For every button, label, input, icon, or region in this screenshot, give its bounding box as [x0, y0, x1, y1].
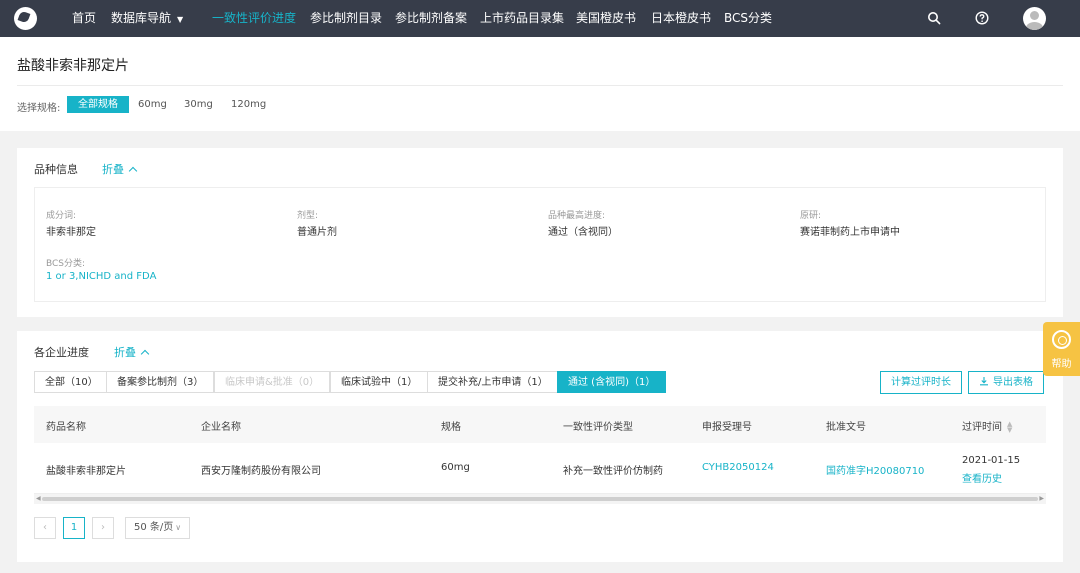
spec-option-60mg[interactable]: 60mg — [132, 96, 173, 113]
view-history-link[interactable]: 查看历史 — [962, 470, 1002, 485]
chevron-up-icon — [140, 349, 150, 359]
drug-header: 盐酸非索非那定片 选择规格: 全部规格 60mg 30mg 120mg — [0, 37, 1080, 131]
export-label: 导出表格 — [993, 377, 1033, 388]
variety-info-box: 成分词: 非索非那定 剂型: 普通片剂 品种最高进度: 通过（含视同） 原研: … — [34, 187, 1046, 302]
field-label-bcs: BCS分类: — [46, 259, 86, 269]
download-icon — [980, 377, 988, 386]
nav-item-reference-catalog[interactable]: 参比制剂目录 — [310, 0, 382, 37]
nav-item-home[interactable]: 首页 — [72, 0, 96, 37]
nav-item-reference-filing[interactable]: 参比制剂备案 — [395, 0, 467, 37]
cell-spec: 60mg — [441, 462, 470, 473]
enterprise-progress-title: 各企业进度 — [34, 346, 89, 359]
chevron-down-icon: ∨ — [175, 523, 182, 532]
spec-option-all[interactable]: 全部规格 — [67, 96, 129, 113]
spec-option-30mg[interactable]: 30mg — [178, 96, 219, 113]
nav-item-database-nav[interactable]: 数据库导航 ▼ — [111, 0, 183, 37]
cell-review-date: 2021-01-15 — [962, 455, 1021, 466]
tab-clinical-trial[interactable]: 临床试验中（1） — [330, 371, 429, 393]
help-icon — [1052, 330, 1071, 349]
chevron-up-icon — [128, 166, 138, 176]
nav-item-consistency-progress[interactable]: 一致性评价进度 — [212, 0, 296, 37]
field-label-highest-progress: 品种最高进度: — [548, 211, 606, 221]
chevron-down-icon: ▼ — [177, 15, 184, 24]
col-approval-no: 批准文号 — [826, 422, 866, 433]
nav-item-us-orange-book[interactable]: 美国橙皮书 — [576, 0, 636, 37]
table-header: 药品名称 企业名称 规格 一致性评价类型 申报受理号 批准文号 过评时间 ▲ ▼ — [34, 406, 1046, 443]
variety-info-card: 品种信息 折叠 成分词: 非索非那定 剂型: 普通片剂 品种最高进度: 通过（含… — [17, 148, 1063, 317]
field-value-highest-progress: 通过（含视同） — [548, 227, 618, 238]
page-size-label: 50 条/页 — [134, 522, 174, 533]
cell-approval-no-link[interactable]: 国药准字H20080710 — [826, 462, 924, 477]
horizontal-scrollbar[interactable]: ◀ ▶ — [34, 494, 1046, 504]
field-value-bcs[interactable]: 1 or 3,NICHD and FDA — [46, 271, 156, 282]
cell-drug-name: 盐酸非索非那定片 — [46, 466, 126, 477]
tab-submitted[interactable]: 提交补充/上市申请（1） — [427, 371, 559, 393]
nav-item-bcs[interactable]: BCS分类 — [724, 0, 772, 37]
next-page-button[interactable]: › — [92, 517, 114, 539]
logo-icon[interactable] — [14, 7, 37, 30]
tab-passed[interactable]: 通过 (含视同)（1） — [557, 371, 667, 393]
user-avatar-icon[interactable] — [1023, 7, 1046, 30]
cell-type: 补充一致性评价仿制药 — [563, 466, 663, 477]
top-navbar: 首页 数据库导航 ▼ 一致性评价进度 参比制剂目录 参比制剂备案 上市药品目录集 … — [0, 0, 1080, 37]
col-company: 企业名称 — [201, 422, 241, 433]
col-review-date[interactable]: 过评时间 ▲ ▼ — [962, 418, 1012, 434]
field-label-dosage-form: 剂型: — [297, 211, 319, 221]
field-label-originator: 原研: — [800, 211, 822, 221]
tab-clinical-application: 临床申请&批准（0） — [214, 371, 331, 393]
divider — [17, 85, 1063, 86]
scroll-left-icon[interactable]: ◀ — [36, 495, 41, 502]
field-value-originator: 赛诺菲制药上市申请中 — [800, 227, 900, 238]
scrollbar-thumb[interactable] — [42, 497, 1038, 501]
export-table-button[interactable]: 导出表格 — [968, 371, 1044, 394]
variety-fold-toggle[interactable]: 折叠 — [102, 161, 138, 177]
progress-fold-toggle[interactable]: 折叠 — [114, 344, 150, 360]
fold-label: 折叠 — [114, 346, 136, 359]
spec-label: 选择规格: — [17, 103, 61, 114]
cell-accept-no-link[interactable]: CYHB2050124 — [702, 462, 774, 473]
tab-reference-filing[interactable]: 备案参比制剂（3） — [106, 371, 215, 393]
col-type: 一致性评价类型 — [563, 422, 633, 433]
help-circle-icon[interactable] — [975, 11, 989, 25]
search-icon[interactable] — [927, 11, 941, 25]
enterprise-progress-card: 各企业进度 折叠 全部（10） 备案参比制剂（3） 临床申请&批准（0） 临床试… — [17, 331, 1063, 562]
col-drug-name: 药品名称 — [46, 422, 86, 433]
nav-item-jp-orange-book[interactable]: 日本橙皮书 — [651, 0, 711, 37]
field-value-dosage-form: 普通片剂 — [297, 227, 337, 238]
variety-info-title: 品种信息 — [34, 163, 78, 176]
fold-label: 折叠 — [102, 163, 124, 176]
field-value-ingredient: 非索非那定 — [46, 227, 96, 238]
spec-option-120mg[interactable]: 120mg — [225, 96, 272, 113]
col-review-date-label: 过评时间 — [962, 422, 1002, 433]
prev-page-button[interactable]: ‹ — [34, 517, 56, 539]
nav-item-listed-drugs[interactable]: 上市药品目录集 — [480, 0, 564, 37]
nav-item-database-nav-label: 数据库导航 — [111, 11, 172, 25]
col-accept-no: 申报受理号 — [702, 422, 752, 433]
page-size-select[interactable]: 50 条/页 ∨ — [125, 517, 191, 539]
tab-all[interactable]: 全部（10） — [34, 371, 109, 393]
cell-company: 西安万隆制药股份有限公司 — [201, 466, 321, 477]
field-label-ingredient: 成分词: — [46, 211, 77, 221]
page-number[interactable]: 1 — [63, 517, 85, 539]
scroll-right-icon[interactable]: ▶ — [1039, 495, 1044, 502]
sort-icon[interactable]: ▲ ▼ — [1007, 421, 1012, 434]
col-spec: 规格 — [441, 422, 461, 433]
calc-duration-button[interactable]: 计算过评时长 — [880, 371, 962, 394]
page-title: 盐酸非索非那定片 — [17, 58, 129, 74]
help-label: 帮助 — [1051, 359, 1072, 370]
table-row: 盐酸非索非那定片 西安万隆制药股份有限公司 60mg 补充一致性评价仿制药 CY… — [34, 443, 1046, 494]
help-floating-button[interactable]: 帮助 — [1043, 322, 1080, 376]
